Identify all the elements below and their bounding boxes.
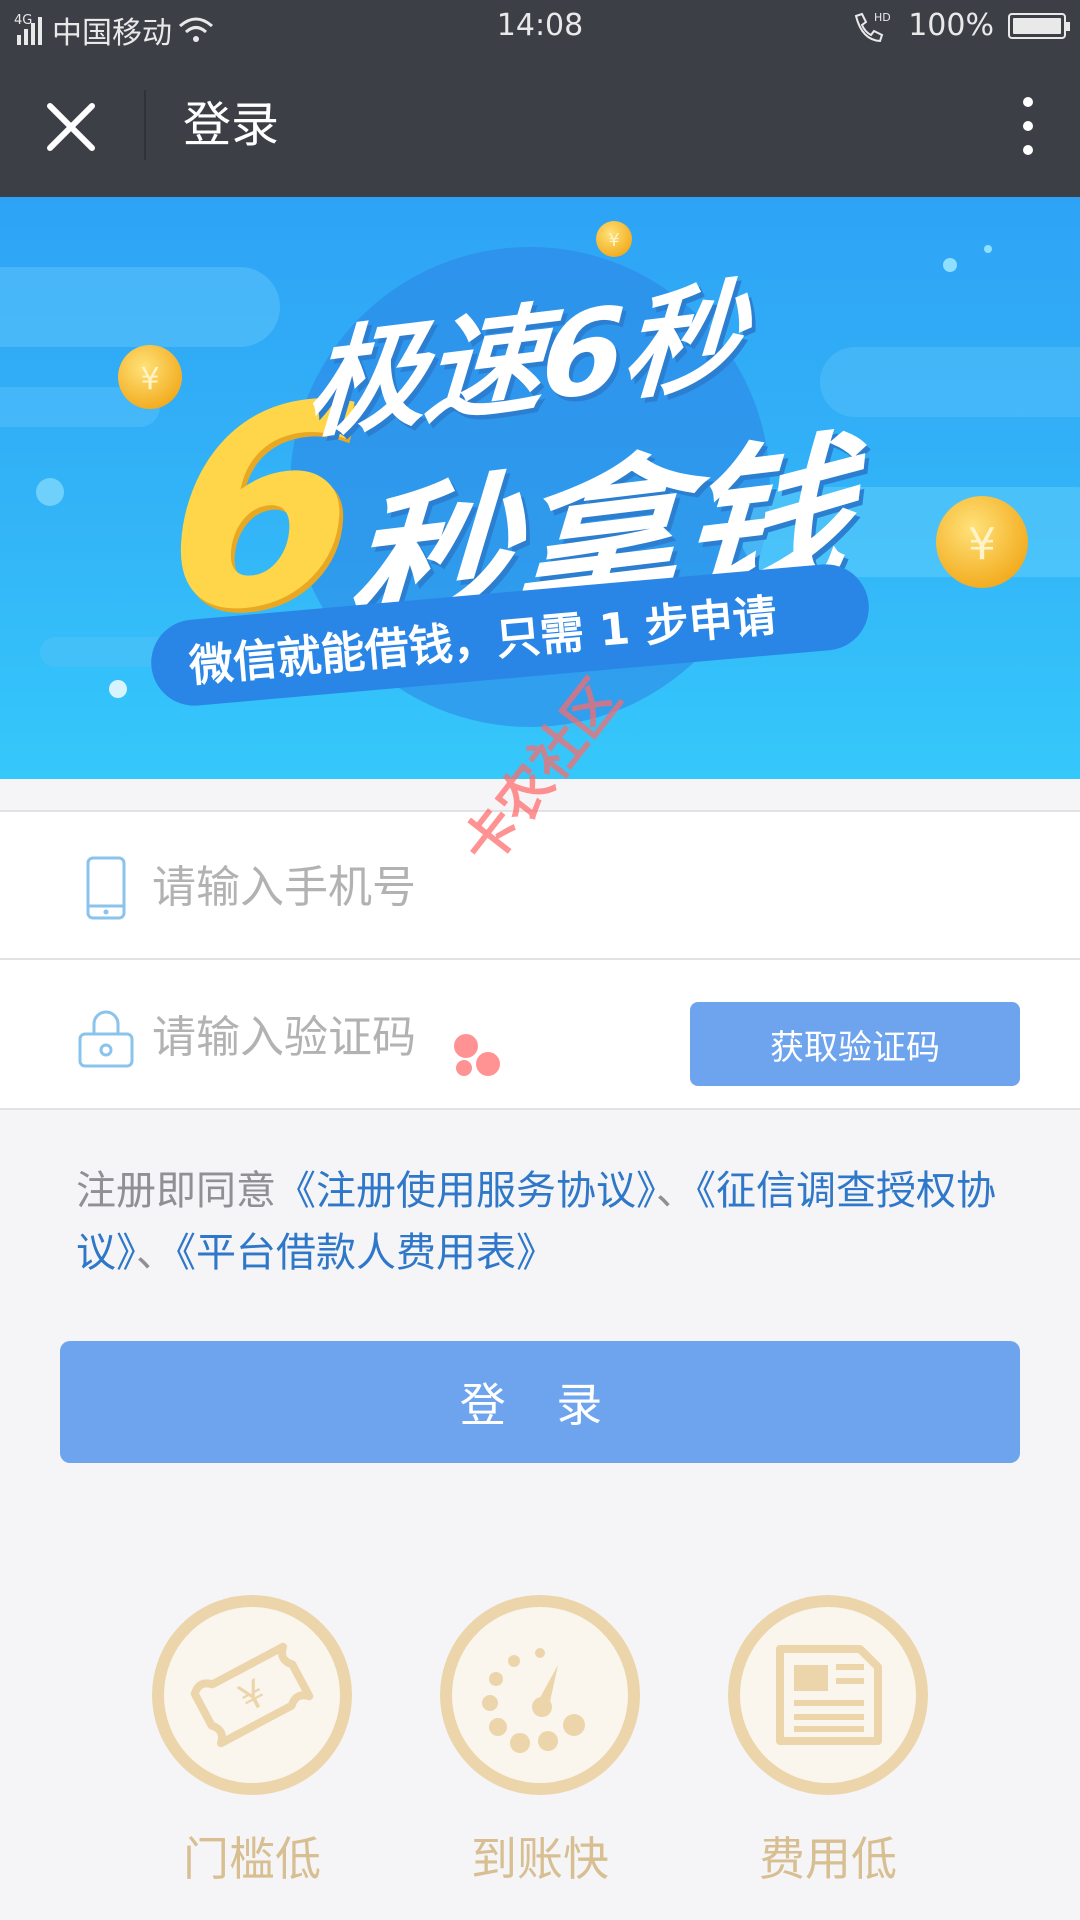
service-agreement-link[interactable]: 《注册使用服务协议》 [276,1168,656,1214]
coin-icon: ¥ [936,496,1028,588]
svg-text:¥: ¥ [231,1671,273,1721]
agreement-separator: 、 [656,1168,696,1214]
agreement-prefix: 注册即同意 [76,1168,276,1214]
login-form: 获取验证码 [0,810,1080,1110]
phone-input[interactable] [152,852,632,922]
svg-text:¥: ¥ [968,519,996,570]
agreement-separator: 、 [136,1230,176,1276]
speedometer-icon [482,1648,585,1753]
phone-row [0,812,1080,960]
svg-text:HD: HD [874,11,891,24]
battery-icon [1008,12,1070,39]
fee-schedule-link[interactable]: 《平台借款人费用表》 [176,1230,556,1276]
login-button[interactable]: 登 录 [60,1341,1020,1463]
nav-bar: 登录 [0,52,1080,197]
status-bar: 4G 中国移动 14:08 HD 100% [0,0,1080,52]
lock-icon [78,1010,134,1068]
coin-icon: ¥ [118,345,182,409]
status-right: HD 100% [852,8,1070,43]
more-options-icon[interactable] [1016,94,1040,158]
volte-hd-icon: HD [855,11,891,42]
nav-divider [144,90,146,160]
svg-text:¥: ¥ [608,230,619,251]
close-icon[interactable] [44,100,98,154]
get-code-button[interactable]: 获取验证码 [690,1002,1020,1086]
feature-label: 到账快 [471,1832,609,1886]
feature-low-cost: 费用低 [728,1595,928,1886]
agreement-text: 注册即同意《注册使用服务协议》、《征信调查授权协议》、《平台借款人费用表》 [76,1160,1016,1284]
watermark-logo-icon [454,1034,500,1076]
page-title: 登录 [183,97,280,153]
feature-fast-payout: 到账快 [440,1595,640,1886]
promo-banner[interactable]: ¥ ¥ ¥ 6 极速6秒 秒拿钱 微信就能借钱，只需 1 步申请 [0,197,1080,779]
feature-label: 门槛低 [183,1832,321,1886]
phone-icon [86,856,126,920]
money-bill-icon: ¥ [190,1642,314,1748]
document-icon [776,1645,882,1745]
svg-text:¥: ¥ [140,362,159,397]
battery-percent: 100% [908,8,994,43]
feature-label: 费用低 [759,1832,897,1886]
coin-icon: ¥ [596,221,632,257]
code-row: 获取验证码 [0,962,1080,1110]
feature-low-threshold: ¥ 门槛低 [152,1595,352,1886]
verification-code-input[interactable] [152,1002,632,1072]
